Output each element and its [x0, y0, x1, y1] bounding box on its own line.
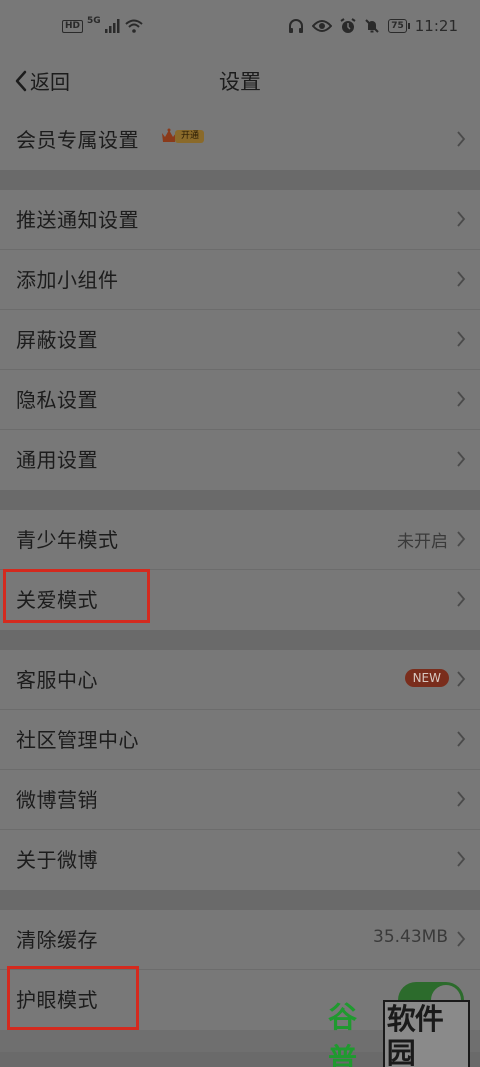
row-label: 青少年模式 — [16, 528, 119, 552]
vip-open-label: 开通 — [175, 129, 205, 143]
row-label: 清除缓存 — [16, 928, 98, 952]
section-divider — [0, 170, 480, 190]
settings-row-general[interactable]: 通用设置 — [0, 430, 480, 490]
wifi-icon — [125, 19, 143, 33]
settings-row-privacy[interactable]: 隐私设置 — [0, 370, 480, 430]
cache-size: 35.43MB — [373, 927, 448, 947]
chevron-right-icon — [457, 591, 466, 607]
settings-row-customer-service[interactable]: 客服中心 NEW — [0, 650, 480, 710]
nav-bar: 返回 设置 — [0, 56, 480, 110]
settings-row-marketing[interactable]: 微博营销 — [0, 770, 480, 830]
section-divider — [0, 490, 480, 510]
clock: 11:21 — [414, 17, 458, 35]
chevron-right-icon — [457, 271, 466, 287]
chevron-right-icon — [457, 531, 466, 547]
settings-row-push[interactable]: 推送通知设置 — [0, 190, 480, 250]
row-label: 通用设置 — [16, 448, 98, 472]
row-label: 客服中心 — [16, 668, 98, 692]
settings-row-community[interactable]: 社区管理中心 — [0, 710, 480, 770]
watermark-left: 谷普 — [328, 1000, 357, 1067]
settings-row-teen-mode[interactable]: 青少年模式 未开启 — [0, 510, 480, 570]
row-label: 隐私设置 — [16, 388, 98, 412]
alarm-icon — [340, 18, 356, 33]
eye-icon — [312, 20, 333, 32]
settings-row-block[interactable]: 屏蔽设置 — [0, 310, 480, 370]
chevron-right-icon — [457, 391, 466, 407]
status-bar: HD 5G 75 11:21 — [0, 0, 480, 56]
chevron-right-icon — [457, 791, 466, 807]
chevron-right-icon — [457, 731, 466, 747]
new-badge: NEW — [404, 669, 449, 687]
row-label: 社区管理中心 — [16, 728, 139, 752]
eye-care-highlight — [7, 966, 139, 1030]
signal-icon — [104, 19, 120, 33]
battery-indicator: 75 — [388, 19, 410, 33]
row-label: 屏蔽设置 — [16, 328, 98, 352]
section-divider — [0, 630, 480, 650]
status-left: HD 5G — [62, 16, 143, 33]
mute-bell-icon — [365, 19, 379, 33]
headphones-icon — [289, 19, 304, 33]
row-label: 会员专属设置 — [16, 128, 139, 152]
vip-badge[interactable]: 开通 — [160, 126, 205, 146]
care-mode-highlight — [3, 569, 150, 623]
chevron-right-icon — [457, 931, 466, 947]
chevron-right-icon — [457, 211, 466, 227]
chevron-right-icon — [457, 671, 466, 687]
settings-row-widget[interactable]: 添加小组件 — [0, 250, 480, 310]
settings-row-clear-cache[interactable]: 清除缓存 35.43MB — [0, 910, 480, 970]
row-label: 添加小组件 — [16, 268, 119, 292]
hd-badge: HD — [62, 19, 84, 33]
row-label: 关于微博 — [16, 848, 98, 872]
vip-settings-row[interactable]: 会员专属设置 开通 — [0, 110, 480, 170]
chevron-right-icon — [457, 331, 466, 347]
status-right: 75 11:21 — [288, 17, 458, 35]
chevron-right-icon — [457, 451, 466, 467]
chevron-right-icon — [457, 131, 466, 147]
section-divider — [0, 890, 480, 910]
page-title: 设置 — [219, 70, 261, 94]
chevron-right-icon — [457, 851, 466, 867]
row-label: 微博营销 — [16, 788, 98, 812]
watermark-right: 软件园 — [382, 1000, 470, 1067]
settings-screen: HD 5G 75 11:21 返回 设置 会员专属设置 开通 推送通知设置 添加… — [0, 0, 480, 1067]
network-type: 5G — [87, 16, 101, 26]
teen-mode-status: 未开启 — [397, 532, 448, 552]
settings-row-about[interactable]: 关于微博 — [0, 830, 480, 890]
row-label: 推送通知设置 — [16, 208, 139, 232]
watermark-logo: 谷普 软件园 — [328, 1000, 470, 1067]
